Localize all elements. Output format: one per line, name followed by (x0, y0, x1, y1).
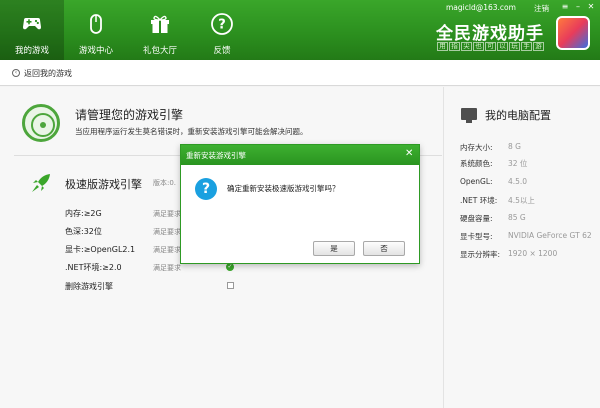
spec-label: 内存大小: (460, 143, 493, 152)
spec-value: 4.5.0 (508, 177, 528, 186)
dialog-message: 确定重新安装极速版游戏引擎吗？ (227, 184, 340, 193)
dialog-header: 重新安装游戏引擎 ✕ (181, 145, 419, 165)
engine-version: 版本:0. (153, 179, 177, 187)
spec-label: OpenGL: (460, 177, 493, 186)
gift-icon (151, 15, 169, 33)
spec-label: 硬盘容量: (460, 214, 493, 223)
req-graphics: 显卡:≥OpenGL2.1 (65, 245, 136, 254)
menu-icon[interactable]: ≡ (560, 2, 570, 12)
close-icon[interactable]: ✕ (586, 2, 596, 12)
req-status: 满足要求 (153, 210, 181, 218)
monitor-icon (461, 108, 477, 123)
radar-icon (22, 104, 60, 142)
logout-link[interactable]: 注销 (534, 3, 549, 14)
spec-value: 8 G (508, 142, 521, 151)
no-button[interactable]: 否 (363, 241, 405, 256)
manage-title: 请管理您的游戏引擎 (75, 108, 184, 122)
spec-label: .NET 环境: (460, 196, 498, 205)
spec-value: 1920 × 1200 (508, 249, 558, 258)
pc-config-title: 我的电脑配置 (485, 109, 551, 122)
nav-game-center[interactable]: 游戏中心 (64, 0, 128, 60)
req-status: 满足要求 (153, 228, 181, 236)
nav-label: 反馈 (213, 46, 231, 56)
delete-engine-label: 删除游戏引擎 (65, 282, 113, 291)
logo-slogan: 用指尖也可以玩手游 (437, 42, 545, 51)
top-header: 我的游戏 游戏中心 礼包大厅 ? 反馈 magicld@163.com 注销 ≡… (0, 0, 600, 60)
spec-value: NVIDIA GeForce GT 62 (508, 231, 592, 240)
spec-value: 85 G (508, 213, 526, 222)
nav-feedback[interactable]: ? 反馈 (190, 0, 254, 60)
req-memory: 内存:≥2G (65, 209, 102, 218)
close-icon[interactable]: ✕ (405, 149, 413, 159)
spec-value: 4.5以上 (508, 196, 535, 205)
svg-text:?: ? (218, 18, 226, 33)
account-email[interactable]: magicld@163.com (446, 3, 516, 12)
nav-label: 我的游戏 (14, 46, 49, 56)
logo-title: 全民游戏助手 (436, 24, 544, 44)
logo-icon (556, 16, 590, 50)
minimize-icon[interactable]: – (573, 2, 583, 12)
delete-engine-checkbox[interactable] (227, 282, 234, 289)
nav-label: 游戏中心 (78, 46, 113, 56)
dialog-title: 重新安装游戏引擎 (186, 151, 246, 160)
yes-button[interactable]: 是 (313, 241, 355, 256)
req-status: 满足要求 (153, 246, 181, 254)
nav-gift-hall[interactable]: 礼包大厅 (128, 0, 192, 60)
req-dotnet: .NET环境:≥2.0 (65, 263, 122, 272)
back-to-my-games-link[interactable]: 返回我的游戏 (24, 68, 72, 79)
back-bar: ‹ 返回我的游戏 (0, 60, 600, 86)
manage-description: 当应用程序运行发生莫名错误时，重新安装游戏引擎可能会解决问题。 (75, 127, 308, 136)
reinstall-dialog: 重新安装游戏引擎 ✕ ? 确定重新安装极速版游戏引擎吗？ 是 否 (180, 144, 420, 264)
spec-label: 显卡型号: (460, 232, 493, 241)
nav-my-games[interactable]: 我的游戏 (0, 0, 64, 60)
req-status: 满足要求 (153, 264, 181, 272)
spec-label: 系统颜色: (460, 159, 493, 168)
rocket-icon (32, 174, 50, 192)
engine-title: 极速版游戏引擎 (65, 178, 142, 191)
back-arrow-icon[interactable]: ‹ (12, 69, 20, 77)
req-color-depth: 色深:32位 (65, 227, 102, 236)
mouse-icon (90, 14, 102, 34)
pc-config-panel (443, 87, 600, 408)
gamepad-icon (23, 18, 41, 30)
check-icon: ✓ (226, 263, 234, 271)
spec-label: 显示分辨率: (460, 250, 501, 259)
question-icon: ? (195, 178, 217, 200)
nav-label: 礼包大厅 (142, 46, 177, 56)
help-icon: ? (211, 13, 233, 35)
spec-value: 32 位 (508, 159, 528, 168)
